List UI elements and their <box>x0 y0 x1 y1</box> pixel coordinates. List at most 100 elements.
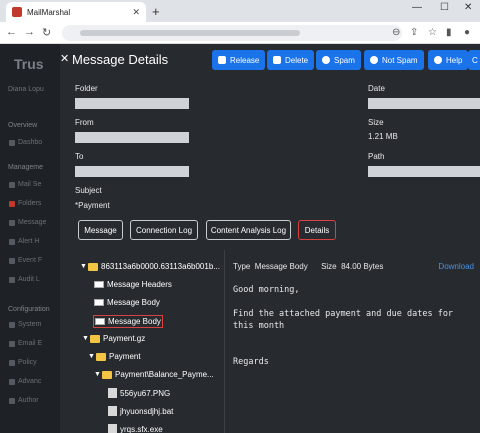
not-spam-label: Not Spam <box>382 55 418 65</box>
tree-item-message-body[interactable]: Message Body <box>94 298 160 307</box>
sidebar-item-message[interactable]: Message <box>18 219 46 226</box>
tab-connection-log[interactable]: Connection Log <box>130 220 198 240</box>
tree-item-payment[interactable]: ▼ Payment <box>88 352 141 361</box>
close-tab-icon[interactable]: ✕ <box>132 7 140 18</box>
expand-icon[interactable]: ▼ <box>88 353 96 360</box>
tab-message[interactable]: Message <box>78 220 123 240</box>
sidebar-item-advanced[interactable]: Advanc <box>18 378 41 385</box>
tab-content-analysis-log[interactable]: Content Analysis Log <box>206 220 291 240</box>
tree-item-label: yrqs.sfx.exe <box>120 424 163 433</box>
trash-icon <box>273 56 281 64</box>
content-pane: Type Message Body Size 84.00 Bytes Downl… <box>224 250 480 433</box>
close-icon[interactable]: ✕ <box>60 52 69 65</box>
sidebar-item-alert[interactable]: Alert H <box>18 238 39 245</box>
modal-title: Message Details <box>72 52 169 67</box>
expand-icon[interactable]: ▼ <box>80 263 88 270</box>
url-field[interactable] <box>62 25 402 41</box>
expand-icon[interactable]: ▼ <box>82 335 90 342</box>
to-label: To <box>75 152 84 161</box>
check-icon <box>370 56 378 64</box>
tree-item-message-headers[interactable]: Message Headers <box>94 280 172 289</box>
tree-item-message-body-selected[interactable]: Message Body <box>93 315 163 328</box>
sidebar-section-management: Manageme <box>8 164 44 171</box>
spam-button[interactable]: Spam <box>316 50 361 70</box>
dashboard-icon <box>9 140 15 146</box>
image-file-icon <box>108 388 117 398</box>
sidebar-item-audit[interactable]: Audit L <box>18 276 40 283</box>
extra-label: C <box>472 55 478 65</box>
sidebar-item-author[interactable]: Author <box>18 397 39 404</box>
download-link[interactable]: Download <box>438 262 474 271</box>
path-label: Path <box>368 152 385 161</box>
delete-button[interactable]: Delete <box>267 50 315 70</box>
message-icon <box>94 281 104 288</box>
archive-icon <box>102 370 112 379</box>
content-size-value: 84.00 Bytes <box>341 262 384 271</box>
back-icon[interactable]: ← <box>6 26 17 38</box>
system-icon <box>9 322 15 328</box>
executable-file-icon <box>108 424 117 433</box>
sidebar-item-policy[interactable]: Policy <box>18 359 37 366</box>
maximize-icon[interactable]: ☐ <box>440 2 449 13</box>
forward-icon[interactable]: → <box>24 26 35 38</box>
date-value-redacted <box>368 98 480 109</box>
archive-icon <box>90 334 100 343</box>
sidebar-item-mail[interactable]: Mail Se <box>18 181 41 188</box>
extra-button[interactable]: C <box>468 50 480 70</box>
zoom-icon[interactable]: ⊖ <box>392 27 400 38</box>
tree-root[interactable]: ▼ 863113a6b0000.63113a6b001b... <box>80 262 220 271</box>
address-bar: ← → ↻ ⊖ ⇪ ☆ ▮ ● <box>0 22 480 44</box>
close-window-icon[interactable]: ✕ <box>464 2 472 13</box>
folders-icon <box>9 201 15 207</box>
tree-item-label: Message Body <box>108 317 161 326</box>
release-icon <box>218 56 226 64</box>
mailmarshal-favicon-icon <box>12 7 22 17</box>
size-value: 1.21 MB <box>368 132 398 141</box>
spam-label: Spam <box>334 55 355 65</box>
browser-tab-title: MailMarshal <box>27 7 71 17</box>
author-icon <box>9 398 15 404</box>
message-icon <box>94 299 104 306</box>
size-label: Size <box>368 118 384 127</box>
tree-item-balance-payment[interactable]: ▼ Payment\Balance_Payme... <box>94 370 214 379</box>
url-blurred <box>80 30 300 36</box>
folder-icon <box>88 262 98 271</box>
browser-tab[interactable]: MailMarshal ✕ <box>6 2 146 22</box>
sidebar-item-folders[interactable]: Folders <box>18 200 41 207</box>
tree-item-label: Payment.gz <box>103 334 146 343</box>
not-spam-button[interactable]: Not Spam <box>364 50 424 70</box>
sidepanel-icon[interactable]: ▮ <box>446 27 452 38</box>
content-size-label: Size <box>321 262 337 271</box>
tree-item-bat[interactable]: jhyuonsdjhj.bat <box>108 406 173 416</box>
type-value: Message Body <box>254 262 308 271</box>
subject-label: Subject <box>75 186 102 195</box>
sidebar-item-event[interactable]: Event F <box>18 257 42 264</box>
minimize-icon[interactable]: — <box>412 2 422 13</box>
tree-item-exe[interactable]: yrqs.sfx.exe <box>108 424 163 433</box>
content-meta: Type Message Body Size 84.00 Bytes <box>233 262 383 271</box>
sidebar-item-dashboard[interactable]: Dashbo <box>18 139 42 146</box>
tree-item-png[interactable]: 556yu67.PNG <box>108 388 170 398</box>
share-icon[interactable]: ⇪ <box>410 27 418 38</box>
release-button[interactable]: Release <box>212 50 266 70</box>
folder-value-redacted <box>75 98 189 109</box>
date-label: Date <box>368 84 385 93</box>
sidebar-item-email[interactable]: Email E <box>18 340 42 347</box>
tree-item-label: Message Headers <box>107 280 172 289</box>
tree-item-payment-gz[interactable]: ▼ Payment.gz <box>82 334 145 343</box>
sidebar-item-system[interactable]: System <box>18 321 41 328</box>
profile-icon[interactable]: ● <box>464 27 470 38</box>
help-button[interactable]: Help <box>428 50 469 70</box>
new-tab-button[interactable]: + <box>152 4 160 19</box>
help-icon <box>434 56 442 64</box>
tab-details[interactable]: Details <box>298 220 336 240</box>
spam-icon <box>322 56 330 64</box>
batch-file-icon <box>108 406 117 416</box>
expand-icon[interactable]: ▼ <box>94 371 102 378</box>
reload-icon[interactable]: ↻ <box>42 26 51 39</box>
message-body-text: Good morning, Find the attached payment … <box>233 285 454 367</box>
type-label: Type <box>233 262 251 271</box>
bookmark-star-icon[interactable]: ☆ <box>428 27 437 38</box>
delete-label: Delete <box>285 55 309 65</box>
app-logo: Trus <box>14 56 44 72</box>
